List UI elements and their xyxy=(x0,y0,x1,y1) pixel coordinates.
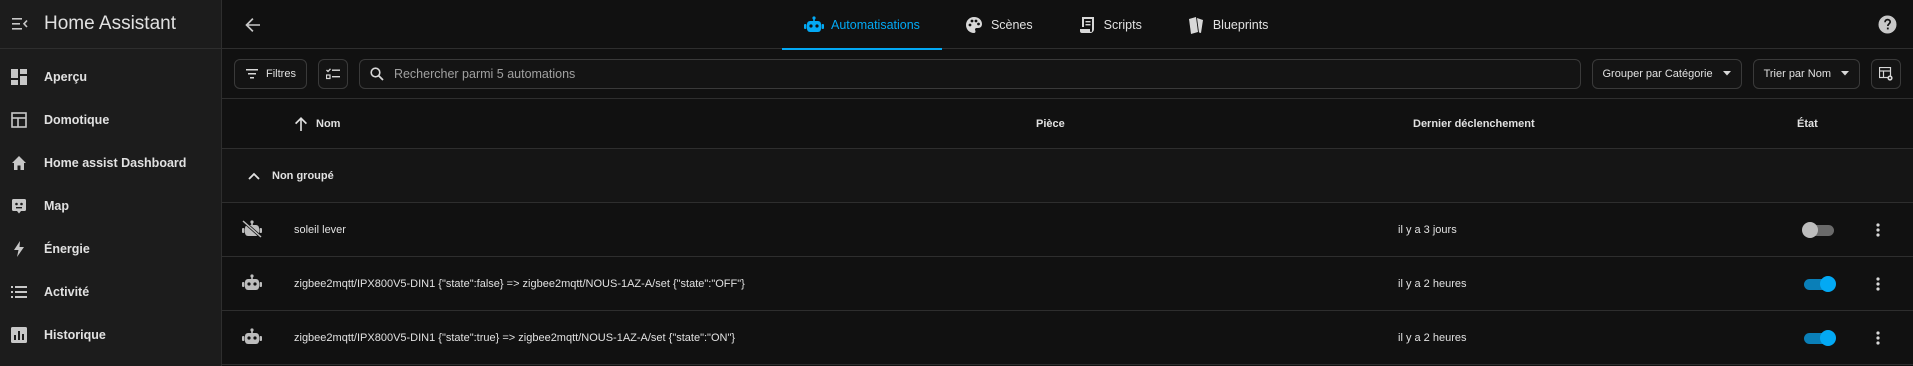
caret-down-icon xyxy=(1841,70,1849,78)
column-label: Dernier déclenchement xyxy=(1413,117,1535,130)
table-row[interactable]: zigbee2mqtt/IPX800V5-DIN1 {"state":false… xyxy=(222,257,1913,311)
filter-bar: Filtres Grouper par Catégorie Trier par … xyxy=(222,49,1913,99)
more-options-icon[interactable] xyxy=(1868,220,1888,240)
sidebar-item-label: Home assist Dashboard xyxy=(44,155,187,170)
sidebar-nav: Aperçu Domotique Home assist Dashboard M… xyxy=(0,49,221,356)
column-header-state[interactable]: État xyxy=(1797,118,1818,130)
sidebar: Home Assistant Aperçu Domotique Home ass… xyxy=(0,0,222,366)
automation-name: zigbee2mqtt/IPX800V5-DIN1 {"state":true}… xyxy=(294,331,736,344)
script-icon xyxy=(1077,15,1097,35)
chevron-up-icon xyxy=(246,168,262,184)
sidebar-item-energie[interactable]: Énergie xyxy=(0,227,221,270)
selection-mode-button[interactable] xyxy=(317,58,348,89)
sort-by-dropdown[interactable]: Trier par Nom xyxy=(1752,58,1860,89)
robot-off-icon xyxy=(242,219,262,240)
checklist-icon xyxy=(325,67,340,81)
tab-label: Scènes xyxy=(990,17,1033,32)
sidebar-item-map[interactable]: Map xyxy=(0,184,221,227)
arrow-up-icon xyxy=(294,116,310,132)
robot-icon xyxy=(242,274,262,294)
list-icon xyxy=(9,282,29,302)
column-header-area[interactable]: Pièce xyxy=(1036,118,1065,130)
table-header: Nom Pièce Dernier déclenchement État xyxy=(222,99,1913,149)
sidebar-item-label: Énergie xyxy=(44,241,90,256)
help-icon[interactable] xyxy=(1878,15,1897,34)
sidebar-item-apercu[interactable]: Aperçu xyxy=(0,55,221,98)
column-label: Pièce xyxy=(1036,117,1065,130)
group-by-dropdown[interactable]: Grouper par Catégorie xyxy=(1591,58,1742,89)
tab-automatisations[interactable]: Automatisations xyxy=(782,0,942,50)
last-triggered: il y a 2 heures xyxy=(1398,331,1467,344)
tab-scripts[interactable]: Scripts xyxy=(1055,0,1164,49)
top-bar: Automatisations Scènes Scripts Blueprint… xyxy=(222,0,1913,50)
dashboard-icon xyxy=(9,67,29,87)
menu-collapse-icon[interactable] xyxy=(10,14,30,34)
sidebar-item-label: Domotique xyxy=(44,112,110,127)
map-icon xyxy=(9,196,29,216)
group-by-label: Grouper par Catégorie xyxy=(1602,67,1713,80)
view-dashboard-icon xyxy=(9,110,29,130)
column-label: Nom xyxy=(316,117,341,130)
tab-label: Automatisations xyxy=(831,17,920,32)
automation-name: soleil lever xyxy=(294,223,346,236)
table-settings-button[interactable] xyxy=(1871,58,1901,89)
tab-blueprints[interactable]: Blueprints xyxy=(1164,0,1291,49)
automation-name: zigbee2mqtt/IPX800V5-DIN1 {"state":false… xyxy=(294,277,745,290)
tab-bar: Automatisations Scènes Scripts Blueprint… xyxy=(782,0,1291,50)
main-content: Automatisations Scènes Scripts Blueprint… xyxy=(222,0,1913,366)
sidebar-item-home-assist-dashboard[interactable]: Home assist Dashboard xyxy=(0,141,221,184)
filters-button[interactable]: Filtres xyxy=(234,58,307,89)
group-label: Non groupé xyxy=(272,169,334,182)
palette-icon xyxy=(964,15,984,35)
enable-toggle[interactable] xyxy=(1802,330,1836,346)
home-icon xyxy=(9,153,29,173)
filters-label: Filtres xyxy=(266,67,296,80)
last-triggered: il y a 2 heures xyxy=(1398,277,1467,290)
more-options-icon[interactable] xyxy=(1868,328,1888,348)
chart-box-icon xyxy=(9,325,29,345)
group-header-ungrouped[interactable]: Non groupé xyxy=(222,149,1913,203)
sidebar-item-label: Historique xyxy=(44,327,106,342)
search-field[interactable] xyxy=(358,58,1581,89)
search-input[interactable] xyxy=(393,66,1570,81)
last-triggered: il y a 3 jours xyxy=(1398,223,1457,236)
app-root: Home Assistant Aperçu Domotique Home ass… xyxy=(0,0,1913,366)
enable-toggle[interactable] xyxy=(1802,222,1836,238)
table-row[interactable]: soleil lever il y a 3 jours xyxy=(222,203,1913,257)
table-cog-icon xyxy=(1879,66,1893,81)
column-header-name[interactable]: Nom xyxy=(294,116,340,132)
sidebar-item-activite[interactable]: Activité xyxy=(0,270,221,313)
table-row[interactable]: zigbee2mqtt/IPX800V5-DIN1 {"state":true}… xyxy=(222,311,1913,365)
sidebar-item-label: Map xyxy=(44,198,69,213)
filter-icon xyxy=(245,67,259,81)
app-title: Home Assistant xyxy=(44,13,176,34)
search-icon xyxy=(370,66,384,81)
column-header-last-triggered[interactable]: Dernier déclenchement xyxy=(1413,118,1535,130)
enable-toggle[interactable] xyxy=(1802,276,1836,292)
more-options-icon[interactable] xyxy=(1868,274,1888,294)
sidebar-item-label: Aperçu xyxy=(44,69,88,84)
sidebar-item-historique[interactable]: Historique xyxy=(0,313,221,356)
sidebar-item-domotique[interactable]: Domotique xyxy=(0,98,221,141)
sort-by-label: Trier par Nom xyxy=(1763,67,1831,80)
sidebar-item-label: Activité xyxy=(44,284,90,299)
sidebar-header: Home Assistant xyxy=(0,0,221,49)
robot-icon xyxy=(242,328,262,348)
back-arrow-icon[interactable] xyxy=(242,14,264,36)
blueprint-icon xyxy=(1186,15,1206,35)
tab-label: Scripts xyxy=(1103,17,1142,32)
tab-label: Blueprints xyxy=(1212,17,1269,32)
column-label: État xyxy=(1797,117,1818,130)
caret-down-icon xyxy=(1722,70,1731,78)
robot-icon xyxy=(804,15,824,35)
tab-scenes[interactable]: Scènes xyxy=(942,0,1055,49)
lightning-icon xyxy=(9,239,29,259)
